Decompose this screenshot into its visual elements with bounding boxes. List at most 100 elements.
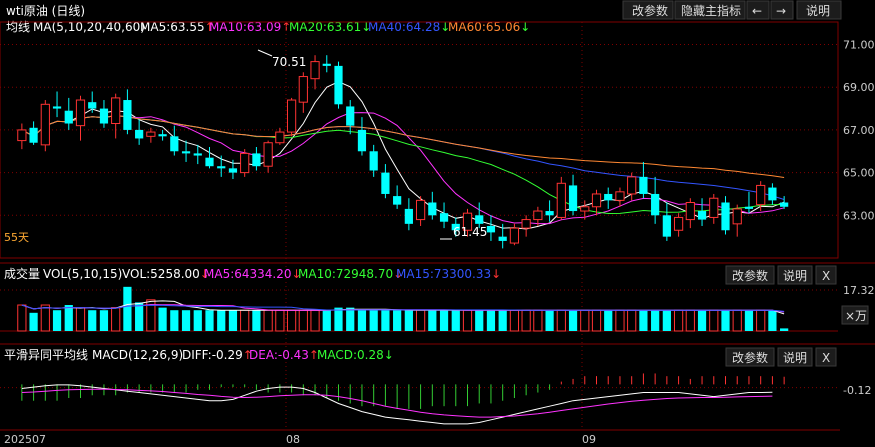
volume-bar-down (651, 310, 660, 331)
candle-body-up (709, 197, 719, 218)
volume-bar-down (604, 310, 613, 331)
candle-body-down (428, 202, 437, 216)
candle-body-up (580, 206, 590, 212)
help-button[interactable]: 说明 (796, 0, 842, 20)
volume-unit-label: ×万 (845, 309, 867, 323)
arrow-right-icon: → (776, 4, 786, 18)
main-y-axis: 71.00 69.00 67.00 65.00 63.00 (843, 39, 875, 223)
volume-bar-down (217, 310, 226, 331)
main-y-tick: 69.00 (843, 81, 875, 94)
arrow-right-button[interactable]: → (770, 0, 794, 20)
candle-body-down (404, 208, 413, 224)
volume-bar-down (52, 310, 62, 331)
high-pointer (257, 49, 273, 57)
candle-body-down (651, 193, 660, 216)
candle-body-up (673, 216, 684, 231)
volume-legend: 成交量 VOL(5,10,15) VOL:5258.00↓ MA5:64334.… (4, 266, 501, 281)
candle-body-up (75, 99, 86, 127)
candle-body-down (228, 168, 238, 173)
candle-body-up (17, 129, 27, 142)
volume-bar-up (556, 309, 566, 332)
volume-bar-down (158, 307, 167, 331)
x-label-0: 202507 (4, 433, 46, 446)
candle-body-down (135, 129, 144, 139)
hide-main-indicator-label: 隐藏主指标 (681, 3, 741, 18)
volume-bar-down (744, 310, 754, 331)
candle-body-up (521, 219, 531, 229)
candle-body-down (697, 211, 707, 220)
candle-body-up (240, 152, 250, 174)
candle-body-down (158, 134, 167, 137)
volume-bar-up (240, 309, 250, 332)
volume-bar-up (615, 309, 625, 332)
volume-close-icon: X (822, 269, 830, 283)
volume-bar-down (768, 310, 777, 331)
candle-body-down (486, 225, 496, 233)
candle-body-up (556, 182, 566, 218)
arrow-left-button[interactable]: ← (746, 0, 770, 20)
vol-ma10-value: MA10:72948.70↓ (298, 267, 403, 281)
candle-body-down (662, 215, 671, 237)
macd-value: MACD:0.28↓ (317, 348, 394, 362)
volume-bar-down (135, 302, 144, 331)
candle-body-down (639, 176, 648, 194)
volume-bars (17, 286, 789, 332)
volume-bar-down (439, 310, 449, 331)
candle-body-down (99, 108, 109, 124)
volume-bar-up (673, 309, 684, 332)
macd-help-button[interactable]: 说明 (777, 347, 813, 367)
volume-bar-down (662, 310, 671, 331)
candle-body-down (568, 185, 578, 212)
volume-bar-down (228, 310, 238, 331)
volume-bar-down (170, 310, 179, 331)
candle-body-down (381, 172, 390, 194)
candle-body-up (310, 61, 320, 80)
volume-bar-down (568, 310, 578, 331)
volume-bar-down (639, 310, 648, 331)
stock-chart[interactable]: wti原油 (日线) 改参数 隐藏主指标 ← → 说明 均线 MA(5,10,2… (0, 0, 875, 447)
window-title: wti原油 (日线) (6, 4, 85, 18)
volume-bar-down (475, 310, 484, 331)
macd-y-tick: -0.12 (843, 384, 871, 397)
candle-body-up (298, 76, 308, 103)
candle-body-up (286, 99, 297, 133)
candle-body-up (415, 199, 426, 221)
candle-body-down (29, 127, 38, 143)
macd-close-button[interactable]: X (815, 347, 837, 367)
candle-body-down (498, 236, 507, 241)
volume-bar-up (533, 309, 543, 332)
macd-help-label: 说明 (783, 350, 807, 365)
candle-body-up (533, 210, 543, 221)
volume-help-button[interactable]: 说明 (777, 265, 813, 285)
candle-body-up (685, 202, 695, 221)
volume-bar-down (428, 310, 437, 331)
hide-main-indicator-button[interactable]: 隐藏主指标 (674, 0, 746, 20)
x-label-1: 08 (286, 433, 300, 446)
macd-params-button[interactable]: 改参数 (725, 347, 775, 367)
low-annotation: 61.45 (453, 225, 487, 239)
volume-bar-up (709, 309, 719, 332)
volume-bar-up (732, 309, 742, 332)
candle-body-down (193, 153, 202, 156)
top-toolbar: wti原油 (日线) 改参数 隐藏主指标 ← → 说明 (6, 0, 842, 20)
params-button[interactable]: 改参数 (622, 0, 674, 20)
volume-bar-up (275, 309, 285, 332)
candle-body-up (111, 97, 121, 125)
candle-body-down (780, 202, 789, 207)
volume-bar-up (40, 304, 50, 332)
volume-bar-up (415, 309, 426, 332)
volume-unit-toggle[interactable]: ×万 (841, 305, 869, 325)
volume-bar-up (111, 307, 121, 332)
candle-body-down (545, 211, 554, 216)
candle-body-down (357, 129, 367, 152)
volume-bar-up (756, 309, 766, 332)
volume-close-button[interactable]: X (815, 265, 837, 285)
main-y-tick: 65.00 (843, 167, 875, 180)
volume-params-button[interactable]: 改参数 (725, 265, 775, 285)
candle-body-up (275, 131, 285, 144)
volume-bar-down (357, 310, 367, 331)
macd-diff-value: DIFF:-0.29↑ (182, 348, 253, 362)
candle-body-down (475, 215, 484, 224)
candle-body-down (252, 153, 261, 167)
candle-body-up (509, 227, 520, 244)
